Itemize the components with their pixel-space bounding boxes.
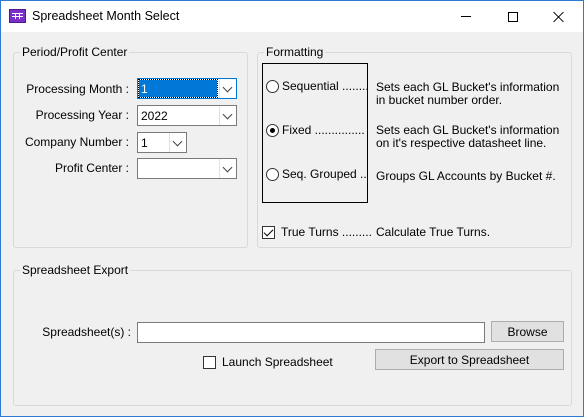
- sequential-description: Sets each GL Bucket's information in buc…: [376, 80, 560, 107]
- processing-year-select[interactable]: 2022: [137, 105, 237, 126]
- period-group-title: Period/Profit Center: [20, 45, 130, 59]
- radio-seq-grouped-indicator[interactable]: [266, 167, 279, 181]
- true-turns-check-indicator[interactable]: [262, 225, 275, 239]
- radio-sequential-indicator[interactable]: [266, 79, 279, 93]
- chevron-down-icon[interactable]: [169, 133, 186, 152]
- launch-spreadsheet-check-indicator[interactable]: [203, 355, 216, 369]
- radio-fixed-label: Fixed ...............: [282, 123, 365, 137]
- company-number-value: 1: [141, 136, 148, 150]
- processing-year-value: 2022: [141, 109, 168, 123]
- close-button[interactable]: [536, 1, 582, 32]
- chevron-down-icon[interactable]: [219, 159, 236, 178]
- export-to-spreadsheet-button[interactable]: Export to Spreadsheet: [375, 349, 564, 370]
- true-turns-label: True Turns .........: [281, 225, 372, 239]
- chevron-down-icon[interactable]: [219, 106, 236, 125]
- maximize-button[interactable]: [490, 1, 536, 32]
- export-group-title: Spreadsheet Export: [20, 263, 131, 277]
- company-number-select[interactable]: 1: [137, 132, 187, 153]
- spreadsheet-month-select-window: Spreadsheet Month Select Period/Profit C…: [0, 0, 584, 417]
- processing-month-value: 1: [138, 79, 218, 98]
- title-bar[interactable]: Spreadsheet Month Select: [1, 1, 583, 32]
- processing-month-label: Processing Month :: [26, 82, 129, 96]
- processing-year-label: Processing Year :: [35, 108, 129, 122]
- minimize-icon: [461, 16, 471, 17]
- radio-seq-grouped-label: Seq. Grouped ..: [282, 167, 367, 181]
- profit-center-label: Profit Center :: [54, 161, 129, 175]
- window-title: Spreadsheet Month Select: [32, 9, 180, 23]
- launch-spreadsheet-label: Launch Spreadsheet: [222, 355, 333, 369]
- chevron-down-icon[interactable]: [219, 79, 236, 98]
- radio-seq-grouped[interactable]: Seq. Grouped ..: [266, 167, 367, 181]
- formatting-group-title: Formatting: [264, 45, 326, 59]
- fixed-description: Sets each GL Bucket's information on it'…: [376, 123, 560, 150]
- launch-spreadsheet-checkbox[interactable]: Launch Spreadsheet: [203, 355, 333, 369]
- browse-button[interactable]: Browse: [491, 321, 564, 342]
- company-number-label: Company Number :: [24, 135, 129, 149]
- seq-grouped-description: Groups GL Accounts by Bucket #.: [376, 169, 556, 183]
- profit-center-select[interactable]: [137, 158, 237, 179]
- radio-sequential[interactable]: Sequential ........: [266, 79, 369, 93]
- spreadsheets-label: Spreadsheet(s) :: [42, 325, 131, 339]
- maximize-icon: [508, 11, 518, 22]
- processing-month-select[interactable]: 1: [137, 78, 237, 99]
- true-turns-checkbox[interactable]: True Turns .........: [262, 225, 372, 239]
- radio-sequential-label: Sequential ........: [282, 79, 369, 93]
- close-icon: [553, 11, 565, 23]
- spreadsheets-input[interactable]: [137, 322, 485, 343]
- true-turns-description: Calculate True Turns.: [376, 225, 491, 239]
- minimize-button[interactable]: [443, 1, 489, 32]
- radio-fixed-indicator[interactable]: [266, 123, 279, 137]
- radio-fixed[interactable]: Fixed ...............: [266, 123, 365, 137]
- spreadsheet-icon: [9, 9, 26, 23]
